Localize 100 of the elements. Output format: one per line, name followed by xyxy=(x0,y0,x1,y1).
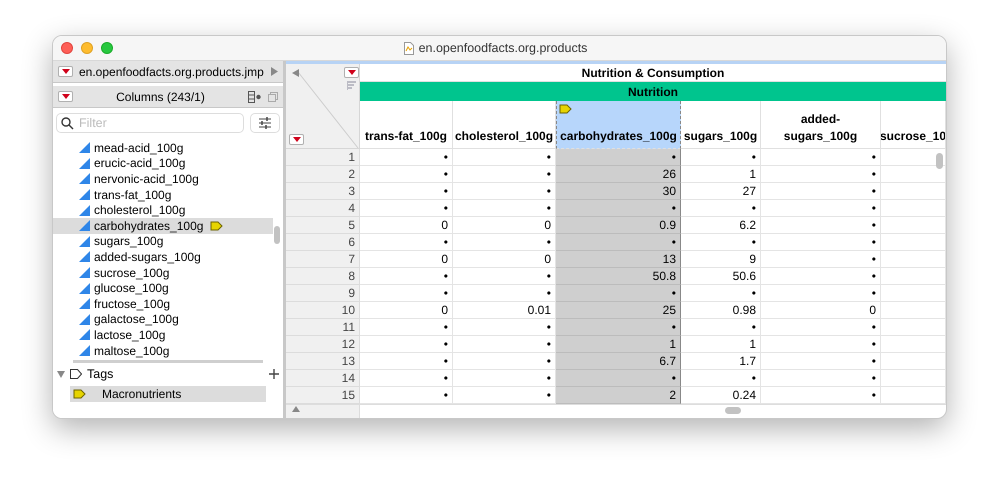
table-cell: • xyxy=(360,234,453,251)
table-cell: • xyxy=(761,200,881,217)
table-cell: • xyxy=(761,336,881,353)
table-cell: • xyxy=(681,319,761,336)
table-cell: • xyxy=(453,166,556,183)
column-list-item[interactable]: cholesterol_100g xyxy=(53,202,273,218)
table-cell: • xyxy=(681,370,761,387)
table-cell: • xyxy=(360,387,453,404)
column-list-item[interactable]: erucic-acid_100g xyxy=(53,156,273,172)
table-name: en.openfoodfacts.org.products.jmp xyxy=(79,64,265,80)
table-cell: • xyxy=(453,234,556,251)
window-title: en.openfoodfacts.org.products xyxy=(418,40,588,57)
column-header[interactable]: cholesterol_100g xyxy=(453,101,556,149)
table-cell: • xyxy=(453,387,556,404)
table-cell: • xyxy=(360,166,453,183)
column-list-item[interactable]: lactose_100g xyxy=(53,327,273,343)
columns-title: Columns (243/1) xyxy=(115,88,206,106)
table-cell: • xyxy=(556,149,681,166)
table-cell: • xyxy=(360,200,453,217)
table-cell: • xyxy=(761,285,881,302)
table-cell: 0.24 xyxy=(681,387,761,404)
table-cell: • xyxy=(453,200,556,217)
table-cell: • xyxy=(761,149,881,166)
table-cell: • xyxy=(761,234,881,251)
table-cell: • xyxy=(360,370,453,387)
table-cell: 0 xyxy=(360,302,453,319)
table-cell: 6.7 xyxy=(556,353,681,370)
row-number: 5 xyxy=(286,217,360,234)
table-cell: 1.7 xyxy=(681,353,761,370)
table-cell: • xyxy=(556,319,681,336)
column-header[interactable]: added-sugars_100g xyxy=(761,101,881,149)
table-cell: • xyxy=(761,183,881,200)
table-cell: 1 xyxy=(681,336,761,353)
row-number: 13 xyxy=(286,353,360,370)
table-cell: • xyxy=(453,149,556,166)
row-number: 15 xyxy=(286,387,360,404)
table-cell: 0 xyxy=(761,302,881,319)
table-cell: 0 xyxy=(453,251,556,268)
table-cell: 13 xyxy=(556,251,681,268)
table-cell: • xyxy=(453,285,556,302)
column-list-item[interactable]: fructose_100g xyxy=(53,296,273,312)
table-cell: • xyxy=(360,149,453,166)
table-cell: • xyxy=(453,353,556,370)
column-list-item[interactable]: maltose_100g xyxy=(53,342,273,358)
column-list-item[interactable]: trans-fat_100g xyxy=(53,186,273,202)
table-cell: 0.9 xyxy=(556,217,681,234)
table-cell: • xyxy=(761,370,881,387)
row-number: 2 xyxy=(286,166,360,183)
table-cell: • xyxy=(681,149,761,166)
table-cell: • xyxy=(761,319,881,336)
table-cell: • xyxy=(453,336,556,353)
table-cell: 27 xyxy=(681,183,761,200)
table-cell: 9 xyxy=(681,251,761,268)
tags-title: Tags xyxy=(87,366,114,383)
table-cell: 2 xyxy=(556,387,681,404)
column-header[interactable]: carbohydrates_100g xyxy=(556,101,681,149)
column-header[interactable]: sugars_100g xyxy=(681,101,761,149)
table-cell: • xyxy=(360,353,453,370)
table-cell: 1 xyxy=(556,336,681,353)
table-cell: • xyxy=(556,285,681,302)
filter-field[interactable]: Filter xyxy=(56,113,244,133)
row-number: 14 xyxy=(286,370,360,387)
table-cell: • xyxy=(360,285,453,302)
table-cell: • xyxy=(556,370,681,387)
tag-list-item[interactable]: Macronutrients xyxy=(70,386,266,402)
table-cell: 0 xyxy=(360,217,453,234)
table-cell: • xyxy=(453,370,556,387)
row-number: 1 xyxy=(286,149,360,166)
table-cell: 30 xyxy=(556,183,681,200)
table-cell: • xyxy=(360,268,453,285)
table-cell: 26 xyxy=(556,166,681,183)
table-cell: • xyxy=(761,353,881,370)
table-cell: • xyxy=(453,319,556,336)
table-cell: • xyxy=(453,268,556,285)
table-cell: • xyxy=(360,319,453,336)
column-header[interactable]: trans-fat_100g xyxy=(360,101,453,149)
row-number: 11 xyxy=(286,319,360,336)
table-cell: • xyxy=(681,285,761,302)
table-cell: 1 xyxy=(681,166,761,183)
table-cell: • xyxy=(761,166,881,183)
table-cell: • xyxy=(681,234,761,251)
column-list-item[interactable]: nervonic-acid_100g xyxy=(53,171,273,187)
table-cell: • xyxy=(453,183,556,200)
column-list-item[interactable]: mead-acid_100g xyxy=(53,140,273,156)
table-cell: • xyxy=(761,251,881,268)
column-list-item[interactable]: sugars_100g xyxy=(53,234,273,250)
table-cell: 50.8 xyxy=(556,268,681,285)
table-cell: • xyxy=(556,200,681,217)
column-list-item[interactable]: carbohydrates_100g xyxy=(53,218,273,234)
subgroup-header: Nutrition xyxy=(360,82,946,101)
row-number: 9 xyxy=(286,285,360,302)
table-cell: • xyxy=(360,336,453,353)
column-list-item[interactable]: galactose_100g xyxy=(53,312,273,328)
table-cell: 0 xyxy=(360,251,453,268)
row-number: 8 xyxy=(286,268,360,285)
column-list-item[interactable]: glucose_100g xyxy=(53,280,273,296)
table-cell: • xyxy=(761,217,881,234)
row-number: 7 xyxy=(286,251,360,268)
column-list-item[interactable]: added-sugars_100g xyxy=(53,249,273,265)
column-list-item[interactable]: sucrose_100g xyxy=(53,264,273,280)
